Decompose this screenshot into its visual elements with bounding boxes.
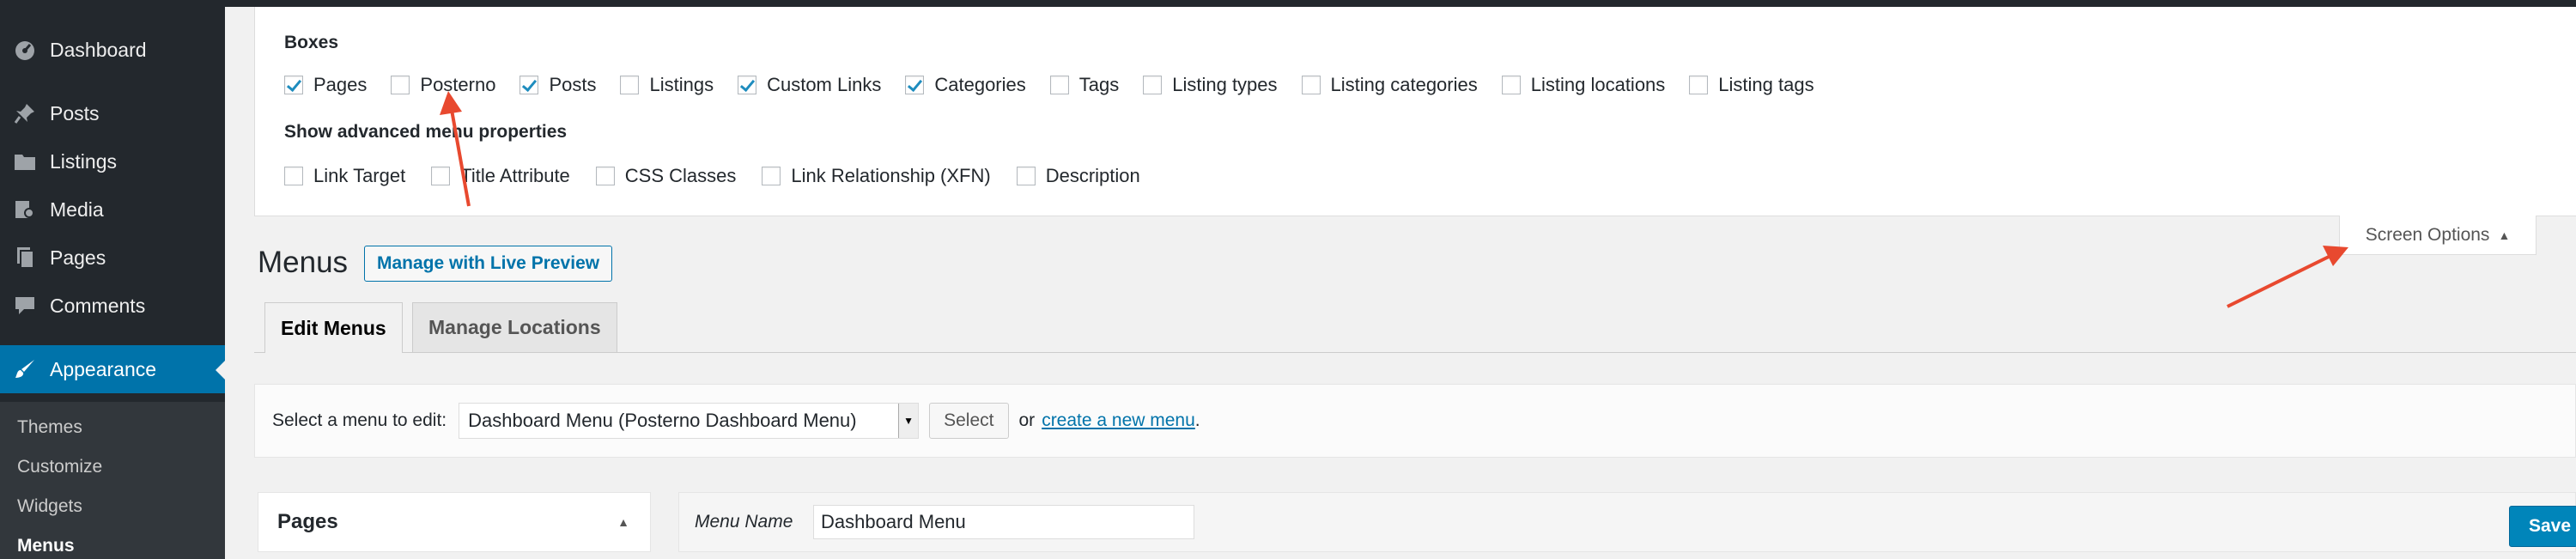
annotation-arrows (440, 91, 2348, 308)
arrow-to-posterno (440, 91, 471, 207)
arrow-to-screen-options (2227, 246, 2348, 308)
